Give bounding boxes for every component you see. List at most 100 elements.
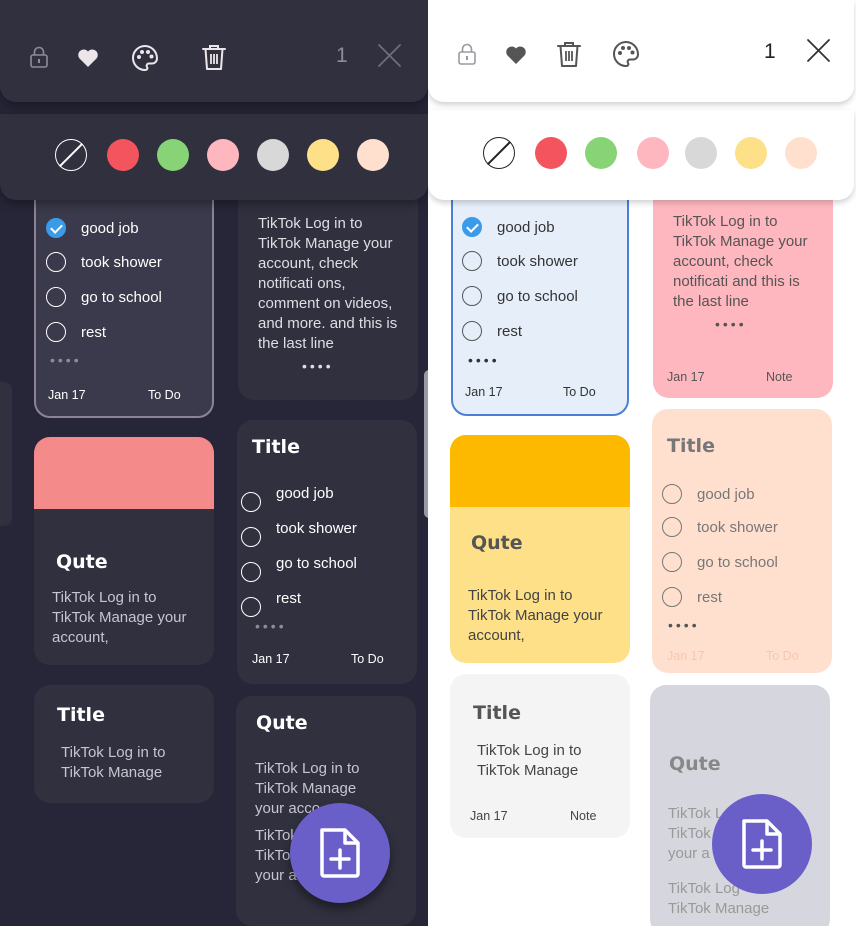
note-kind: Note: [570, 809, 597, 823]
swatch-peach[interactable]: [785, 137, 817, 169]
unchecked-icon[interactable]: [662, 552, 682, 572]
unchecked-icon[interactable]: [662, 517, 682, 537]
heart-icon[interactable]: [505, 45, 527, 65]
qute-note-card[interactable]: Qute TikTok Log in to TikTok Manage your…: [34, 437, 214, 665]
note-body-line: TikTok Manage: [255, 780, 357, 797]
no-color-swatch[interactable]: [483, 137, 515, 169]
unchecked-icon[interactable]: [662, 587, 682, 607]
swatch-green[interactable]: [157, 139, 189, 171]
swatch-gray[interactable]: [685, 137, 717, 169]
note-body: TikTok Log in to TikTok Manage your acco…: [673, 213, 808, 310]
note-date: Jan 17: [470, 809, 508, 823]
selection-count: 1: [336, 44, 348, 67]
note-kind: To Do: [766, 649, 799, 663]
note-body: TikTok Log in to TikTok Manage your acco…: [258, 215, 398, 352]
new-file-icon: [742, 819, 782, 869]
todo-item-1[interactable]: good job: [241, 485, 334, 512]
palette-icon[interactable]: [131, 44, 159, 72]
trash-icon[interactable]: [556, 40, 582, 68]
card-color-header: [34, 437, 214, 509]
unchecked-icon[interactable]: [462, 321, 482, 341]
swatch-pink[interactable]: [207, 139, 239, 171]
more-dots: ••••: [668, 617, 700, 633]
note-title: Qute: [471, 532, 523, 554]
note-body-line: TikTok: [668, 825, 711, 842]
note-date: Jan 17: [252, 652, 290, 666]
lock-icon[interactable]: [457, 43, 477, 65]
note-title: Title: [473, 702, 521, 724]
title-todo-note-card[interactable]: Title good job took shower go to school …: [652, 409, 832, 673]
unchecked-icon[interactable]: [46, 252, 66, 272]
selection-toolbar: 1: [428, 0, 854, 102]
todo-item-2[interactable]: took shower: [241, 520, 357, 547]
more-dots: ••••: [302, 358, 334, 374]
unchecked-icon[interactable]: [241, 492, 261, 512]
note-body-line: TikTok Manage: [668, 900, 770, 917]
close-icon[interactable]: [377, 43, 402, 68]
note-date: Jan 17: [667, 649, 705, 663]
new-file-icon: [320, 828, 360, 878]
todo-item-1[interactable]: good job: [46, 218, 139, 238]
add-note-button[interactable]: [712, 794, 812, 894]
color-picker-bar: [428, 110, 854, 200]
note-title: Qute: [56, 551, 108, 573]
todo-item-4[interactable]: rest: [662, 587, 722, 607]
no-color-swatch[interactable]: [55, 139, 87, 171]
lock-icon[interactable]: [29, 46, 49, 68]
swatch-red[interactable]: [535, 137, 567, 169]
title-note-card[interactable]: Title TikTok Log in to TikTok Manage Jan…: [450, 674, 630, 838]
todo-item-1[interactable]: good job: [462, 217, 555, 237]
card-color-header: [450, 435, 630, 507]
unchecked-icon[interactable]: [462, 286, 482, 306]
palette-icon[interactable]: [612, 40, 640, 68]
todo-item-3[interactable]: go to school: [241, 555, 357, 582]
unchecked-icon[interactable]: [462, 251, 482, 271]
more-dots: ••••: [50, 352, 82, 368]
note-kind: To Do: [563, 385, 596, 399]
swatch-green[interactable]: [585, 137, 617, 169]
todo-item-2[interactable]: took shower: [462, 251, 578, 271]
qute-note-card[interactable]: Qute TikTok Log in to TikTok Manage your…: [450, 435, 630, 663]
checked-icon[interactable]: [462, 217, 482, 237]
note-body-line: TikTok Log in to: [255, 760, 360, 777]
unchecked-icon[interactable]: [241, 527, 261, 547]
note-body-line: your a: [255, 867, 297, 884]
todo-item-4[interactable]: rest: [462, 321, 522, 341]
close-icon[interactable]: [806, 38, 831, 63]
more-dots: ••••: [468, 352, 500, 368]
more-dots: ••••: [715, 316, 747, 332]
edge-card-sliver: [0, 382, 12, 526]
swatch-red[interactable]: [107, 139, 139, 171]
selection-toolbar: 1: [0, 0, 428, 102]
trash-icon[interactable]: [201, 43, 227, 71]
heart-icon[interactable]: [77, 48, 99, 68]
checked-icon[interactable]: [46, 218, 66, 238]
swatch-yellow[interactable]: [307, 139, 339, 171]
note-title: Qute: [256, 712, 308, 734]
title-todo-note-card[interactable]: Title good job took shower go to school …: [237, 420, 417, 684]
todo-item-4[interactable]: rest: [46, 322, 106, 342]
note-title: Title: [667, 435, 715, 457]
note-body: TikTok Log in to TikTok Manage your acco…: [468, 587, 603, 644]
unchecked-icon[interactable]: [46, 287, 66, 307]
add-note-button[interactable]: [290, 803, 390, 903]
note-title: Qute: [669, 753, 721, 775]
unchecked-icon[interactable]: [241, 597, 261, 617]
todo-item-3[interactable]: go to school: [46, 287, 162, 307]
todo-item-1[interactable]: good job: [662, 484, 755, 504]
unchecked-icon[interactable]: [241, 562, 261, 582]
todo-item-3[interactable]: go to school: [662, 552, 778, 572]
swatch-yellow[interactable]: [735, 137, 767, 169]
swatch-peach[interactable]: [357, 139, 389, 171]
unchecked-icon[interactable]: [662, 484, 682, 504]
swatch-gray[interactable]: [257, 139, 289, 171]
swatch-pink[interactable]: [637, 137, 669, 169]
todo-item-4[interactable]: rest: [241, 590, 301, 617]
todo-item-2[interactable]: took shower: [46, 252, 162, 272]
note-body: TikTok Log in to TikTok Manage your acco…: [52, 589, 187, 646]
unchecked-icon[interactable]: [46, 322, 66, 342]
title-note-card[interactable]: Title TikTok Log in to TikTok Manage: [34, 685, 214, 803]
todo-item-2[interactable]: took shower: [662, 517, 778, 537]
note-kind: To Do: [148, 388, 181, 402]
todo-item-3[interactable]: go to school: [462, 286, 578, 306]
